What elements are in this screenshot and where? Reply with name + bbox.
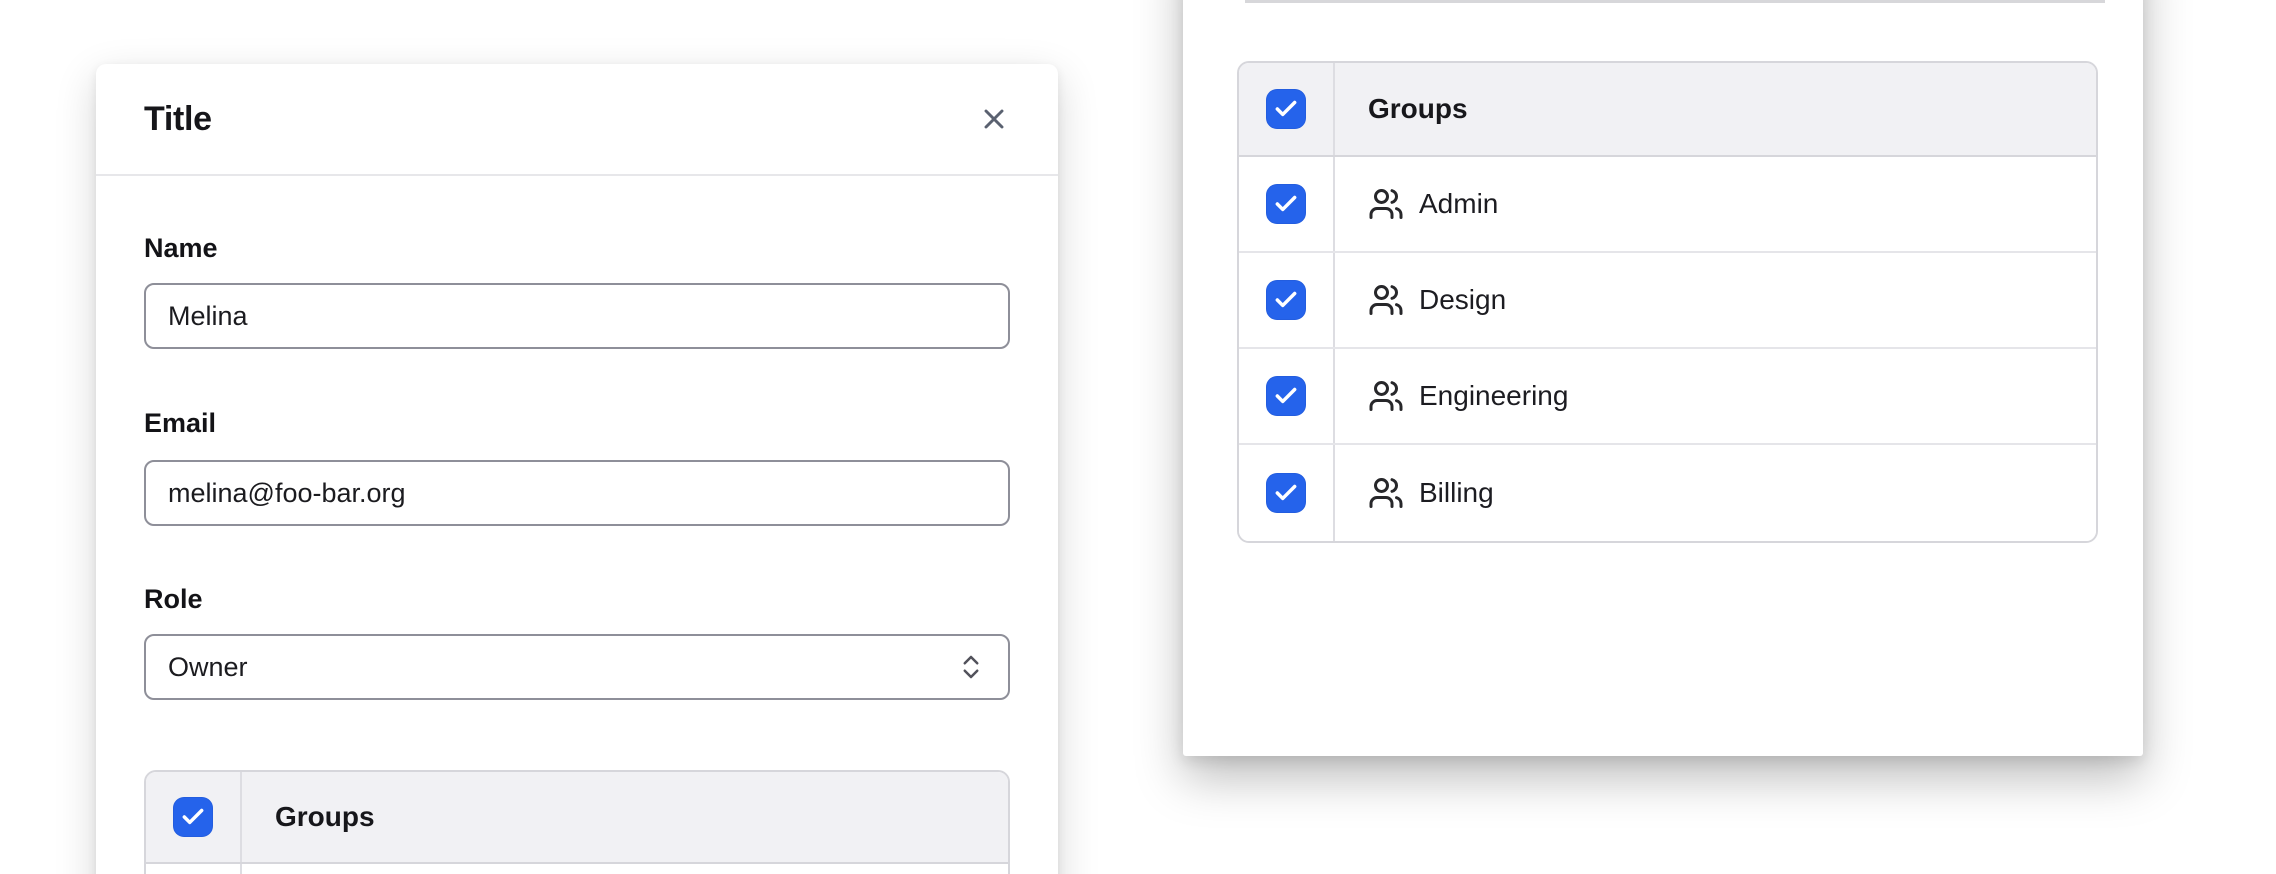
cropped-element-remnant [1245,0,2105,3]
group-name: Design [1419,284,1506,316]
groups-column-header: Groups [1335,63,2096,155]
users-icon [1368,378,1404,414]
users-icon [1368,282,1404,318]
modal-header: Title [96,64,1058,176]
name-input[interactable] [144,283,1010,349]
header-checkbox-cell [1239,63,1335,155]
name-label: Name [144,232,1010,264]
users-icon [1368,186,1404,222]
row-checkbox[interactable] [1266,280,1306,320]
check-icon [1273,191,1299,217]
row-checkbox-cell [1239,349,1335,443]
row-main-cell: Engineering [1335,349,2096,443]
email-input[interactable] [144,460,1010,526]
user-edit-modal: Title Name Email Role Owner [96,64,1058,874]
row-checkbox[interactable] [1266,473,1306,513]
row-checkbox-cell [1239,253,1335,347]
role-label: Role [144,583,1010,615]
row-checkbox-cell [146,864,242,874]
row-main-cell [242,864,1008,874]
modal-groups-table-header-row: Groups [146,772,1008,864]
select-all-checkbox[interactable] [173,797,213,837]
modal-groups-table: Groups [144,770,1010,874]
users-icon [1368,475,1404,511]
select-all-checkbox[interactable] [1266,89,1306,129]
row-checkbox[interactable] [1266,184,1306,224]
row-checkbox-cell [1239,157,1335,251]
row-checkbox[interactable] [1266,376,1306,416]
screen: Title Name Email Role Owner [0,0,2276,874]
email-label: Email [144,407,1010,439]
role-select-value: Owner [168,652,248,683]
group-name: Admin [1419,188,1498,220]
table-row-billing: Billing [1239,445,2096,541]
table-row-design: Design [1239,253,2096,349]
group-name: Engineering [1419,380,1568,412]
check-icon [1273,383,1299,409]
check-icon [1273,480,1299,506]
table-row-admin: Admin [1239,157,2096,253]
role-select[interactable]: Owner [144,634,1010,700]
check-icon [1273,96,1299,122]
group-name: Billing [1419,477,1494,509]
row-main-cell: Admin [1335,157,2096,251]
row-main-cell: Billing [1335,445,2096,541]
table-row-engineering: Engineering [1239,349,2096,445]
modal-body: Name Email Role Owner [96,232,1058,874]
row-checkbox-cell [1239,445,1335,541]
panel-groups-table-header-row: Groups [1239,63,2096,157]
panel-groups-table: Groups Admin [1237,61,2098,543]
close-button[interactable] [970,95,1018,143]
header-checkbox-cell [146,772,242,862]
groups-column-header: Groups [242,772,1008,862]
groups-panel: Groups Admin [1183,0,2143,756]
x-icon [978,103,1010,135]
modal-title: Title [144,100,212,139]
table-row [146,864,1008,874]
row-main-cell: Design [1335,253,2096,347]
check-icon [1273,287,1299,313]
chevrons-up-down-icon [956,652,986,682]
check-icon [180,804,206,830]
